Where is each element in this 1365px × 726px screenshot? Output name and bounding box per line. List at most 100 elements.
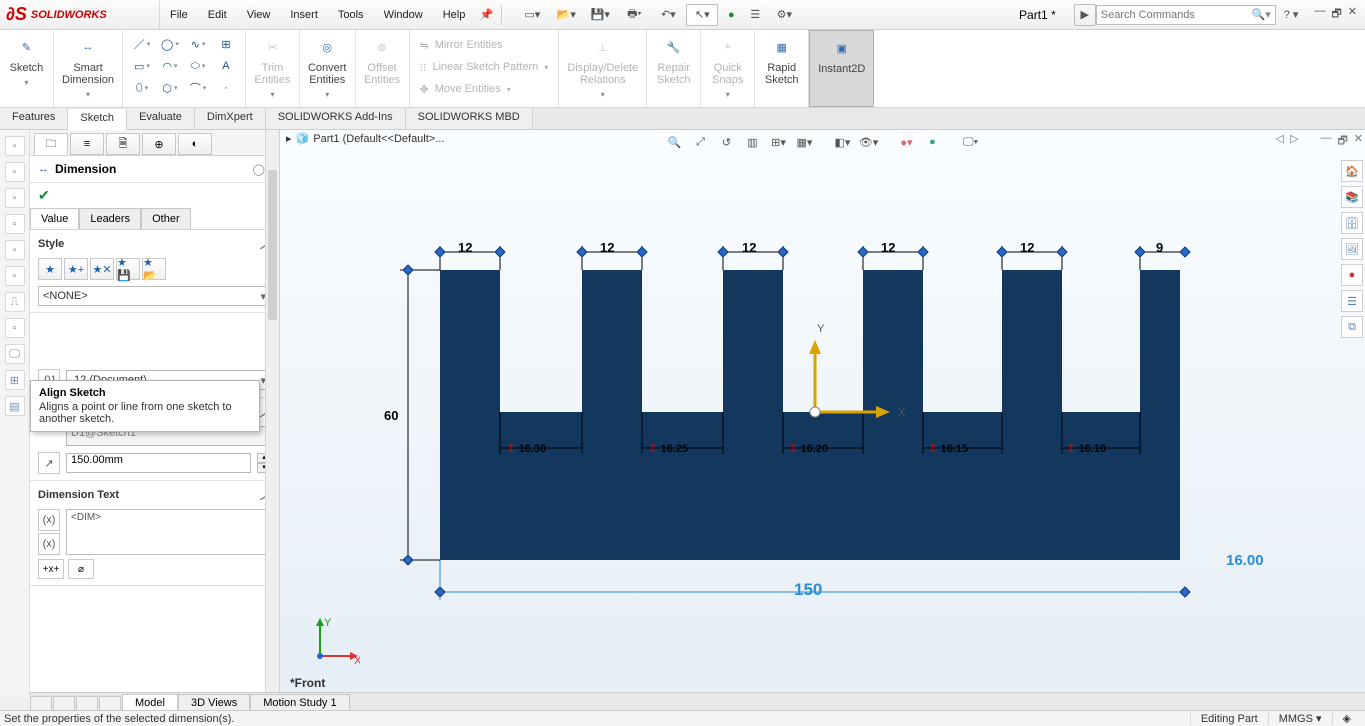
dim-top-3[interactable]: 12 bbox=[742, 240, 756, 255]
print-icon[interactable]: 🖶▾ bbox=[618, 4, 650, 26]
dim-top-5[interactable]: 12 bbox=[1020, 240, 1034, 255]
menu-help[interactable]: Help bbox=[433, 0, 476, 30]
lc-mold-icon[interactable]: ▫ bbox=[5, 266, 25, 286]
polygon-icon[interactable]: ⬡ bbox=[157, 78, 183, 98]
trim-grid-icon[interactable]: ⊞ bbox=[213, 34, 239, 54]
primary-value-field[interactable]: 150.00mm bbox=[66, 453, 251, 473]
circle-icon[interactable]: ◯ bbox=[157, 34, 183, 54]
arc-icon[interactable]: ◠ bbox=[157, 56, 183, 76]
just-left-icon[interactable]: (x) bbox=[38, 509, 60, 531]
hide-show-icon[interactable]: ◧▾ bbox=[832, 132, 854, 152]
dim-width[interactable]: 150 bbox=[794, 580, 822, 600]
tab-features[interactable]: Features bbox=[0, 108, 68, 129]
canvas-close-icon[interactable]: ✕ bbox=[1354, 132, 1363, 151]
canvas-min-icon[interactable]: — bbox=[1320, 132, 1331, 151]
style-load-icon[interactable]: ★ bbox=[38, 258, 62, 280]
instant2d-button[interactable]: ▣ Instant2D bbox=[809, 30, 874, 107]
rv-icon[interactable]: ● bbox=[922, 132, 944, 152]
lc-draw-icon[interactable]: ▫ bbox=[5, 188, 25, 208]
graphics-canvas[interactable]: ▸🧊 Part1 (Default<<Default>... 🔍 ⤢ ↺ ▥ ⊞… bbox=[280, 130, 1365, 696]
h-t6b[interactable] bbox=[1179, 246, 1190, 257]
restore-button[interactable]: 🗗 bbox=[1331, 5, 1341, 24]
tp-forum-icon[interactable]: ⧉ bbox=[1341, 316, 1363, 338]
menu-tools[interactable]: Tools bbox=[328, 0, 374, 30]
lc-table-icon[interactable]: ▤ bbox=[5, 396, 25, 416]
dim-eq-3[interactable]: Σ16.20 bbox=[790, 440, 828, 455]
tp-appearance-icon[interactable]: ● bbox=[1341, 264, 1363, 286]
style-add-icon[interactable]: ★+ bbox=[64, 258, 88, 280]
minimize-button[interactable]: — bbox=[1314, 5, 1325, 24]
lc-plane-icon[interactable]: ▫ bbox=[5, 318, 25, 338]
spline-icon[interactable]: ∿ bbox=[185, 34, 211, 54]
menu-file[interactable]: File bbox=[160, 0, 198, 30]
save-icon[interactable]: 💾▾ bbox=[584, 4, 616, 26]
dim-eq-5[interactable]: Σ16.10 bbox=[1068, 440, 1106, 455]
status-units[interactable]: MMGS ▾ bbox=[1268, 712, 1332, 725]
pt-feature-manager[interactable]: 🗀 bbox=[34, 133, 68, 155]
rectangle-icon[interactable]: ▭ bbox=[129, 56, 155, 76]
tp-library-icon[interactable]: 🗄 bbox=[1341, 212, 1363, 234]
tab-mbd[interactable]: SOLIDWORKS MBD bbox=[406, 108, 533, 129]
just-center-icon[interactable]: (x) bbox=[38, 533, 60, 555]
slot-icon[interactable]: ⬯ bbox=[129, 78, 155, 98]
add-bracket-button[interactable]: ⌀ bbox=[68, 559, 94, 579]
viewport-icon[interactable]: 🖵▾ bbox=[960, 132, 982, 152]
point-icon[interactable]: · bbox=[213, 78, 239, 98]
repair-sketch-button[interactable]: 🔧 Repair Sketch bbox=[647, 30, 701, 107]
search-commands-arrow-icon[interactable]: ▶ bbox=[1074, 4, 1096, 26]
dim-top-6[interactable]: 9 bbox=[1156, 240, 1163, 255]
breadcrumb[interactable]: ▸🧊 Part1 (Default<<Default>... bbox=[286, 132, 444, 145]
pm-tab-leaders[interactable]: Leaders bbox=[79, 208, 141, 229]
dim-height[interactable]: 60 bbox=[384, 408, 398, 423]
search-commands-input[interactable] bbox=[1101, 9, 1252, 21]
lc-part-icon[interactable]: ▫ bbox=[5, 136, 25, 156]
line-icon[interactable]: ／ bbox=[129, 34, 155, 54]
accept-button[interactable]: ✔ bbox=[30, 183, 279, 208]
pt-property-manager[interactable]: ≡ bbox=[70, 133, 104, 155]
text-icon[interactable]: A bbox=[213, 56, 239, 76]
close-button[interactable]: ✕ bbox=[1348, 5, 1357, 24]
prev-view-icon[interactable]: ↺ bbox=[716, 132, 738, 152]
tab-sketch[interactable]: Sketch bbox=[68, 109, 127, 130]
section-view-icon[interactable]: ▥ bbox=[742, 132, 764, 152]
status-extra-icon[interactable]: ◈ bbox=[1332, 712, 1361, 725]
rapid-sketch-button[interactable]: ▦ Rapid Sketch bbox=[755, 30, 809, 107]
pt-display-manager[interactable]: ◐ bbox=[178, 133, 212, 155]
menu-window[interactable]: Window bbox=[374, 0, 433, 30]
add-symbol-button[interactable]: +x+ bbox=[38, 559, 64, 579]
new-doc-icon[interactable]: ▭▾ bbox=[516, 4, 548, 26]
lc-curve-icon[interactable]: ⎍ bbox=[5, 292, 25, 312]
style-combo[interactable]: <NONE>▾ bbox=[38, 286, 271, 306]
style-del-icon[interactable]: ★✕ bbox=[90, 258, 114, 280]
convert-entities-button[interactable]: ◎ Convert Entities ▾ bbox=[300, 30, 356, 107]
search-icon[interactable]: 🔍▾ bbox=[1252, 8, 1271, 21]
lc-weld-icon[interactable]: ▫ bbox=[5, 240, 25, 260]
lc-assy-icon[interactable]: ▫ bbox=[5, 162, 25, 182]
pt-config-manager[interactable]: 🗎 bbox=[106, 133, 140, 155]
pt-dimxpert-manager[interactable]: ⊕ bbox=[142, 133, 176, 155]
pin-icon[interactable]: 📌 bbox=[475, 4, 497, 26]
dim-eq-4[interactable]: Σ16.15 bbox=[930, 440, 968, 455]
tp-resources-icon[interactable]: 📚 bbox=[1341, 186, 1363, 208]
view-orient-icon[interactable]: ⊞▾ bbox=[768, 132, 790, 152]
tab-addins[interactable]: SOLIDWORKS Add-Ins bbox=[266, 108, 406, 129]
canvas-prev-icon[interactable]: ◁ bbox=[1276, 132, 1284, 151]
canvas-next-icon[interactable]: ▷ bbox=[1290, 132, 1298, 151]
sketch-button[interactable]: ✎ Sketch ▾ bbox=[0, 30, 54, 107]
scene-icon[interactable]: 👁▾ bbox=[858, 132, 880, 152]
dim-eq-2[interactable]: Σ16.25 bbox=[650, 440, 688, 455]
menu-insert[interactable]: Insert bbox=[280, 0, 328, 30]
search-commands-box[interactable]: 🔍▾ bbox=[1096, 5, 1276, 25]
dim-handle-right[interactable] bbox=[1179, 586, 1190, 597]
lc-ref-icon[interactable]: ⊞ bbox=[5, 370, 25, 390]
lc-sheet-icon[interactable]: ▫ bbox=[5, 214, 25, 234]
offset-entities-button[interactable]: ⊚ Offset Entities bbox=[356, 30, 410, 107]
tp-view-icon[interactable]: 🖼 bbox=[1341, 238, 1363, 260]
tp-home-icon[interactable]: 🏠 bbox=[1341, 160, 1363, 182]
fillet-icon[interactable]: ⌒ bbox=[185, 78, 211, 98]
zoom-area-icon[interactable]: ⤢ bbox=[690, 132, 712, 152]
dim-top-4[interactable]: 12 bbox=[881, 240, 895, 255]
display-style-icon[interactable]: ▦▾ bbox=[794, 132, 816, 152]
help-dropdown[interactable]: ? ▾ bbox=[1276, 8, 1307, 21]
undo-icon[interactable]: ↶▾ bbox=[652, 4, 684, 26]
